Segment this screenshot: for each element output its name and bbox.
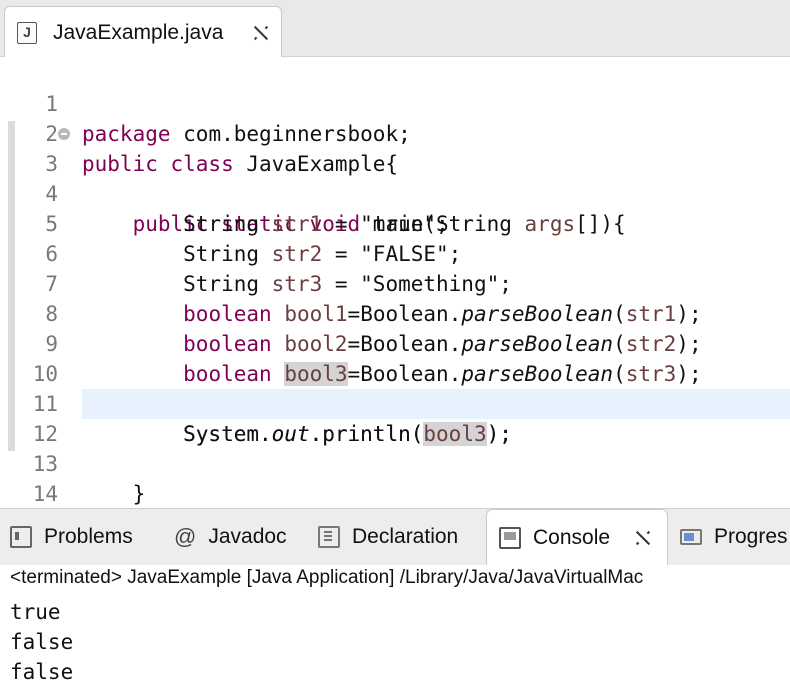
code-line-9: 9 boolean bool3=Boolean.parseBoolean(str… <box>0 299 790 386</box>
line-number: 14 <box>32 482 58 506</box>
console-output-line: false <box>10 660 74 684</box>
code-line-13: 13 } <box>0 419 790 506</box>
code-line-11: 11 System.out.println(bool2); <box>0 359 790 446</box>
console-icon <box>499 526 521 549</box>
current-line-highlight: System.out.println(bool3); <box>82 389 790 446</box>
close-icon[interactable] <box>251 23 271 43</box>
code-line-8: 8 boolean bool2=Boolean.parseBoolean(str… <box>0 269 790 356</box>
java-file-icon: J <box>17 22 37 44</box>
code-line-1: 1 package com.beginnersbook; <box>0 59 790 146</box>
progress-icon <box>680 529 702 545</box>
panel-tab-bar: Problems @ Javadoc Declaration Console P… <box>0 508 790 566</box>
editor-tab-label: JavaExample.java <box>53 21 224 44</box>
close-icon[interactable] <box>633 528 653 548</box>
tab-declaration[interactable]: Declaration <box>318 509 458 565</box>
tab-label: Declaration <box>352 525 459 548</box>
code-editor[interactable]: 1 package com.beginnersbook; 2 public cl… <box>0 57 790 536</box>
tab-label: Problems <box>44 525 133 548</box>
fold-collapse-icon[interactable] <box>58 128 70 140</box>
code-line-4: 4 String str1 = "true"; <box>0 149 790 236</box>
declaration-icon <box>318 526 340 548</box>
tab-progress[interactable]: Progres <box>680 509 788 565</box>
tab-problems[interactable]: Problems <box>10 509 133 565</box>
tab-javadoc[interactable]: @ Javadoc <box>174 509 287 565</box>
code-line-7: 7 boolean bool1=Boolean.parseBoolean(str… <box>0 239 790 326</box>
problems-icon <box>10 526 32 548</box>
tab-label: Progres <box>714 525 788 548</box>
console-output-line: false <box>10 630 74 654</box>
tab-console[interactable]: Console <box>486 509 668 565</box>
editor-tab-javaexample[interactable]: J JavaExample.java <box>4 6 282 58</box>
javadoc-icon: @ <box>174 524 197 549</box>
tab-label: Javadoc <box>208 525 287 548</box>
code-line-10: 10 System.out.println(bool1); <box>0 329 790 416</box>
code-line-2: 2 public class JavaExample{ <box>0 89 790 176</box>
code-line-3: 3 public static void main(String args[])… <box>0 119 790 236</box>
code-line-14: 14 } <box>0 449 790 536</box>
code-line-6: 6 String str3 = "Something"; <box>0 209 790 296</box>
console-output-line: true <box>10 600 61 624</box>
editor-tab-bar: J JavaExample.java <box>0 0 790 58</box>
console-status-header: <terminated> JavaExample [Java Applicati… <box>10 567 644 588</box>
console-view[interactable]: <terminated> JavaExample [Java Applicati… <box>0 565 790 692</box>
code-line-5: 5 String str2 = "FALSE"; <box>0 179 790 266</box>
tab-label: Console <box>533 525 611 549</box>
